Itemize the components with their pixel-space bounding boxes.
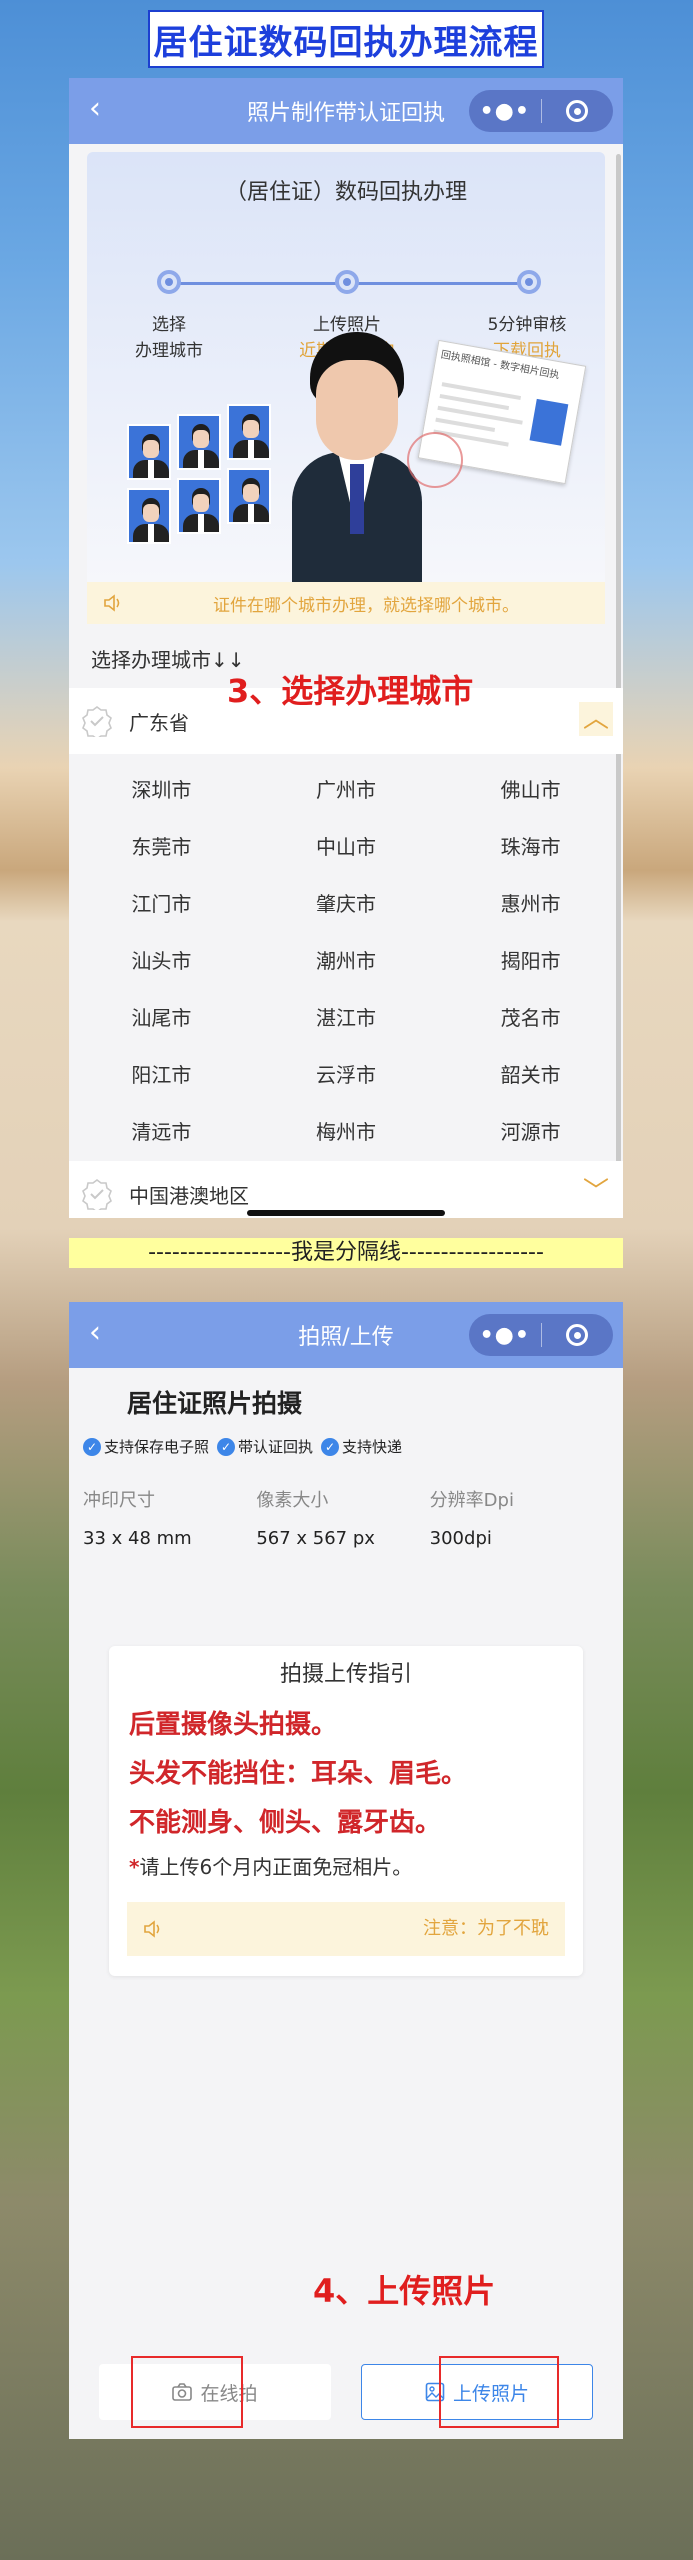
city-option[interactable]: 珠海市 <box>438 819 623 876</box>
badge-item: ✓ 带认证回执 <box>217 1436 313 1457</box>
guide-notice-bar: 注意：为了不耽 <box>127 1902 565 1956</box>
city-option[interactable]: 江门市 <box>69 876 254 933</box>
process-banner: （居住证）数码回执办理 选择 办理城市 上传照片 近期6个月内 5分钟审核 下载… <box>87 152 605 582</box>
phone-screen-upload: ‹ 拍照/上传 •●• 居住证照片拍摄 ✓ 支持保存电子照 ✓ 带认证回执 ✓ 支持快… <box>69 1302 623 2439</box>
home-indicator <box>247 1210 445 1216</box>
speaker-icon <box>144 1920 160 1938</box>
miniprogram-capsule: •●• <box>469 1314 613 1356</box>
province-name: 中国港澳地区 <box>129 1183 249 1208</box>
banner-title: 居住证数码回执办理流程 <box>148 10 544 68</box>
step-dot <box>157 270 181 294</box>
more-icon[interactable]: •●• <box>469 99 541 124</box>
more-icon[interactable]: •●• <box>469 1323 541 1348</box>
guide-line: 不能测身、侧头、露牙齿。 <box>129 1808 442 1838</box>
city-option[interactable]: 广州市 <box>254 762 439 819</box>
guide-line: 后置摄像头拍摄。 <box>129 1710 338 1740</box>
separator-bar: ------------------我是分隔线-----------------… <box>69 1238 623 1268</box>
province-name: 广东省 <box>129 710 189 735</box>
nav-bar: ‹ 拍照/上传 •●• <box>69 1302 623 1368</box>
city-option[interactable]: 清远市 <box>69 1104 254 1161</box>
city-option[interactable]: 汕头市 <box>69 933 254 990</box>
miniprogram-capsule: •●• <box>469 90 613 132</box>
guide-notice-text: 注意：为了不耽 <box>423 1918 549 1939</box>
city-option[interactable]: 揭阳市 <box>438 933 623 990</box>
process-title: （居住证）数码回执办理 <box>224 180 467 205</box>
badge-item: ✓ 支持快递 <box>321 1436 402 1457</box>
guide-note: *请上传6个月内正面免冠相片。 <box>129 1855 413 1879</box>
chevron-up-icon[interactable]: ︿ <box>579 702 613 736</box>
speaker-icon <box>104 594 120 612</box>
city-option[interactable]: 茂名市 <box>438 990 623 1047</box>
city-option[interactable]: 湛江市 <box>254 990 439 1047</box>
close-target-icon[interactable] <box>542 1324 614 1346</box>
guide-line: 头发不能挡住：耳朵、眉毛。 <box>129 1759 468 1789</box>
city-option[interactable]: 韶关市 <box>438 1047 623 1104</box>
city-option[interactable]: 河源市 <box>438 1104 623 1161</box>
id-photo-sheet <box>127 392 287 562</box>
guide-title: 拍摄上传指引 <box>279 1662 412 1687</box>
annotation-step4: 4、上传照片 <box>313 2272 496 2310</box>
highlight-box-online <box>131 2356 243 2428</box>
city-option[interactable]: 惠州市 <box>438 876 623 933</box>
city-option[interactable]: 深圳市 <box>69 762 254 819</box>
feature-badges: ✓ 支持保存电子照 ✓ 带认证回执 ✓ 支持快递 <box>83 1436 402 1457</box>
photo-type-title: 居住证照片拍摄 <box>127 1389 303 1418</box>
step-1: 选择 办理城市 <box>135 315 203 361</box>
scrollbar[interactable] <box>616 154 621 1174</box>
spec-dpi: 分辨率Dpi 300dpi <box>429 1490 514 1549</box>
nav-bar: ‹ 照片制作带认证回执 •●• <box>69 78 623 144</box>
city-option[interactable]: 云浮市 <box>254 1047 439 1104</box>
spec-size: 冲印尺寸 33 x 48 mm <box>83 1490 192 1549</box>
step-dot <box>517 270 541 294</box>
chevron-down-icon[interactable]: ﹀ <box>579 1175 613 1209</box>
check-icon: ✓ <box>321 1437 340 1456</box>
check-badge-icon <box>82 1179 112 1210</box>
step-dot <box>335 270 359 294</box>
shooting-guide-dialog: 拍摄上传指引 后置摄像头拍摄。 头发不能挡住：耳朵、眉毛。 不能测身、侧头、露牙… <box>109 1646 583 1976</box>
back-arrow-icon[interactable]: ‹ <box>89 1318 101 1348</box>
check-icon: ✓ <box>217 1437 236 1456</box>
check-icon: ✓ <box>83 1437 101 1456</box>
portrait-photo <box>292 332 422 582</box>
badge-item: ✓ 支持保存电子照 <box>83 1436 209 1457</box>
city-grid: 深圳市 广州市 佛山市东莞市 中山市 珠海市江门市 肇庆市 惠州市汕头市 潮州市 揭阳市汕尾市湛… <box>69 754 623 1161</box>
phone-screen-city-select: ‹ 照片制作带认证回执 •●• （居住证）数码回执办理 选择 办理城市 上传照片… <box>69 78 623 1218</box>
city-option[interactable]: 东莞市 <box>69 819 254 876</box>
photo-specs: 冲印尺寸 33 x 48 mm 像素大小 567 x 567 px 分辨率Dpi 30… <box>83 1486 603 1549</box>
city-option[interactable]: 汕尾市 <box>69 990 254 1047</box>
back-arrow-icon[interactable]: ‹ <box>89 94 101 124</box>
close-target-icon[interactable] <box>542 100 614 122</box>
spec-pixels: 像素大小 567 x 567 px <box>256 1490 375 1549</box>
annotation-step3: 3、选择办理城市 <box>227 672 474 710</box>
city-option[interactable]: 佛山市 <box>438 762 623 819</box>
city-option[interactable]: 肇庆市 <box>254 876 439 933</box>
check-badge-icon <box>82 706 112 737</box>
notice-bar: 证件在哪个城市办理，就选择哪个城市。 <box>87 582 605 624</box>
city-option[interactable]: 阳江市 <box>69 1047 254 1104</box>
city-option[interactable]: 梅州市 <box>254 1104 439 1161</box>
city-option[interactable]: 中山市 <box>254 819 439 876</box>
highlight-box-upload <box>439 2356 559 2428</box>
stamp-seal <box>407 432 463 488</box>
city-option[interactable]: 潮州市 <box>254 933 439 990</box>
notice-text: 证件在哪个城市办理，就选择哪个城市。 <box>213 595 519 616</box>
